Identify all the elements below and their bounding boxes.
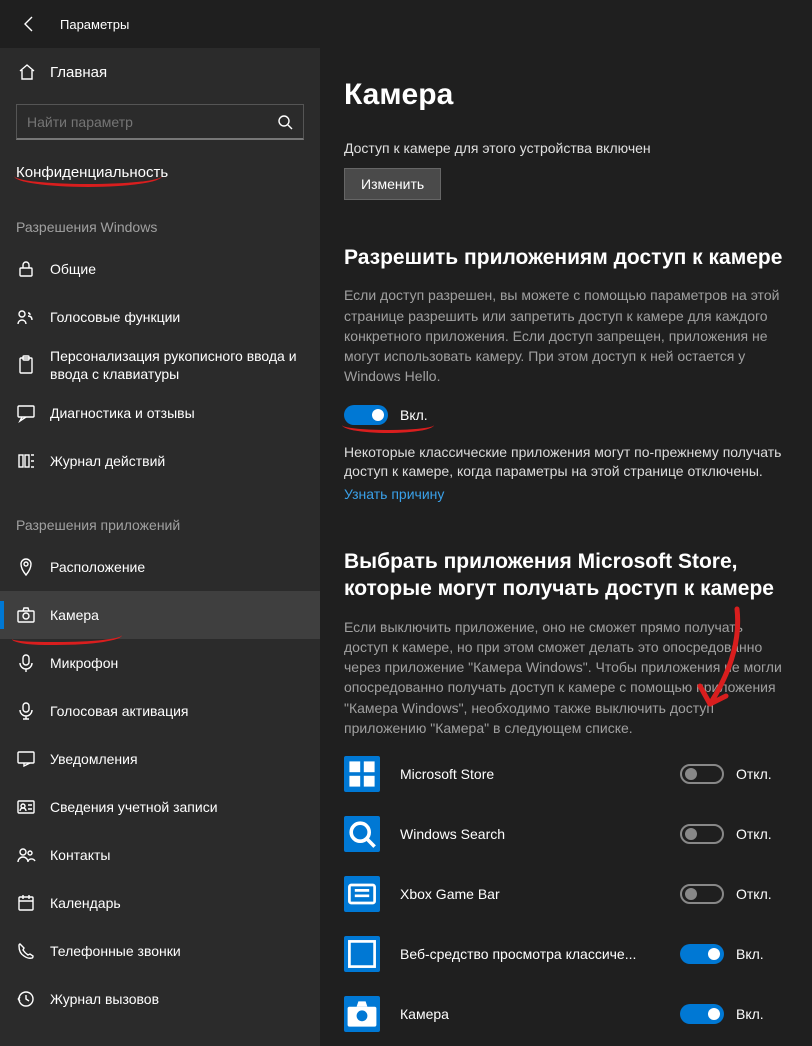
app-icon [344,936,380,972]
nav-label: Персонализация рукописного ввода и ввода… [50,347,304,383]
nav-voice[interactable]: Голосовые функции [0,293,320,341]
app-toggle[interactable] [680,884,724,904]
app-toggle[interactable] [680,764,724,784]
nav-notifications[interactable]: Уведомления [0,735,320,783]
learn-more-link[interactable]: Узнать причину [344,486,444,502]
toggle-label: Вкл. [736,1006,764,1022]
annotation-underline [342,425,434,433]
nav-inking[interactable]: Персонализация рукописного ввода и ввода… [0,341,320,389]
app-toggle[interactable] [680,824,724,844]
feedback-icon [16,403,36,423]
device-status-text: Доступ к камере для этого устройства вкл… [344,140,790,156]
search-input-wrap[interactable] [16,104,304,140]
nav-location[interactable]: Расположение [0,543,320,591]
nav-label: Телефонные звонки [50,942,181,960]
nav-activity[interactable]: Журнал действий [0,437,320,485]
nav-label: Контакты [50,846,110,864]
allow-apps-toggle[interactable] [344,405,388,425]
clipboard-icon [16,355,36,375]
titlebar: Параметры [0,0,812,48]
app-row: Microsoft Store Откл. [344,756,790,792]
activity-icon [16,451,36,471]
nav-label: Уведомления [50,750,138,768]
nav-label: Диагностика и отзывы [50,404,195,422]
app-name: Камера [400,1006,680,1022]
app-toggle[interactable] [680,944,724,964]
nav-label: Камера [50,606,99,624]
nav-label: Журнал вызовов [50,990,159,1008]
nav-label: Голосовая активация [50,702,189,720]
toggle-label: Вкл. [400,407,428,423]
app-toggle[interactable] [680,1004,724,1024]
main-content: Камера Доступ к камере для этого устройс… [320,48,812,1046]
account-icon [16,797,36,817]
nav-label: Расположение [50,558,145,576]
nav-general[interactable]: Общие [0,245,320,293]
nav-call-history[interactable]: Журнал вызовов [0,975,320,1023]
nav-label: Календарь [50,894,121,912]
nav-label: Голосовые функции [50,308,180,326]
nav-diagnostics[interactable]: Диагностика и отзывы [0,389,320,437]
nav-label: Журнал действий [50,452,165,470]
apps-list: Microsoft Store Откл. Windows Search Отк… [344,756,790,1046]
voice-icon [16,307,36,327]
page-title: Камера [344,78,790,112]
nav-contacts[interactable]: Контакты [0,831,320,879]
nav-label: Сведения учетной записи [50,798,218,816]
home-icon [18,63,36,81]
toggle-label: Откл. [736,886,772,902]
app-icon [344,876,380,912]
app-name: Веб-средство просмотра классиче... [400,946,680,962]
app-name: Windows Search [400,826,680,842]
window-title: Параметры [60,17,129,32]
app-icon [344,996,380,1032]
nav-label: Микрофон [50,654,118,672]
contacts-icon [16,845,36,865]
app-row: Камера Вкл. [344,996,790,1032]
voice-activation-icon [16,701,36,721]
allow-apps-title: Разрешить приложениям доступ к камере [344,244,790,271]
app-row: Веб-средство просмотра классиче... Вкл. [344,936,790,972]
app-name: Microsoft Store [400,766,680,782]
allow-apps-toggle-row: Вкл. [344,405,790,425]
search-input[interactable] [27,114,277,130]
camera-icon [16,605,36,625]
microphone-icon [16,653,36,673]
nav-calendar[interactable]: Календарь [0,879,320,927]
notifications-icon [16,749,36,769]
toggle-label: Откл. [736,766,772,782]
classic-apps-note: Некоторые классические приложения могут … [344,443,790,482]
section-header-apps: Разрешения приложений [0,485,320,543]
allow-apps-desc: Если доступ разрешен, вы можете с помощь… [344,285,790,386]
toggle-label: Вкл. [736,946,764,962]
nav-home-label: Главная [50,64,107,81]
toggle-label: Откл. [736,826,772,842]
change-button[interactable]: Изменить [344,168,441,200]
store-apps-title: Выбрать приложения Microsoft Store, кото… [344,548,790,603]
app-row: Windows Search Откл. [344,816,790,852]
section-header-windows: Разрешения Windows [0,187,320,245]
back-icon[interactable] [20,15,38,33]
calendar-icon [16,893,36,913]
nav-label: Общие [50,260,96,278]
category-header: Конфиденциальность [0,154,320,187]
app-name: Xbox Game Bar [400,886,680,902]
nav-microphone[interactable]: Микрофон [0,639,320,687]
store-apps-desc: Если выключить приложение, оно не сможет… [344,617,790,739]
app-icon [344,756,380,792]
nav-voice-activation[interactable]: Голосовая активация [0,687,320,735]
search-icon [277,114,293,130]
app-row: Xbox Game Bar Откл. [344,876,790,912]
lock-icon [16,259,36,279]
app-icon [344,816,380,852]
phone-icon [16,941,36,961]
nav-camera[interactable]: Камера [0,591,320,639]
nav-home[interactable]: Главная [0,48,320,96]
location-icon [16,557,36,577]
nav-account-info[interactable]: Сведения учетной записи [0,783,320,831]
nav-phone-calls[interactable]: Телефонные звонки [0,927,320,975]
sidebar: Главная Конфиденциальность Разрешения Wi… [0,48,320,1046]
history-icon [16,989,36,1009]
